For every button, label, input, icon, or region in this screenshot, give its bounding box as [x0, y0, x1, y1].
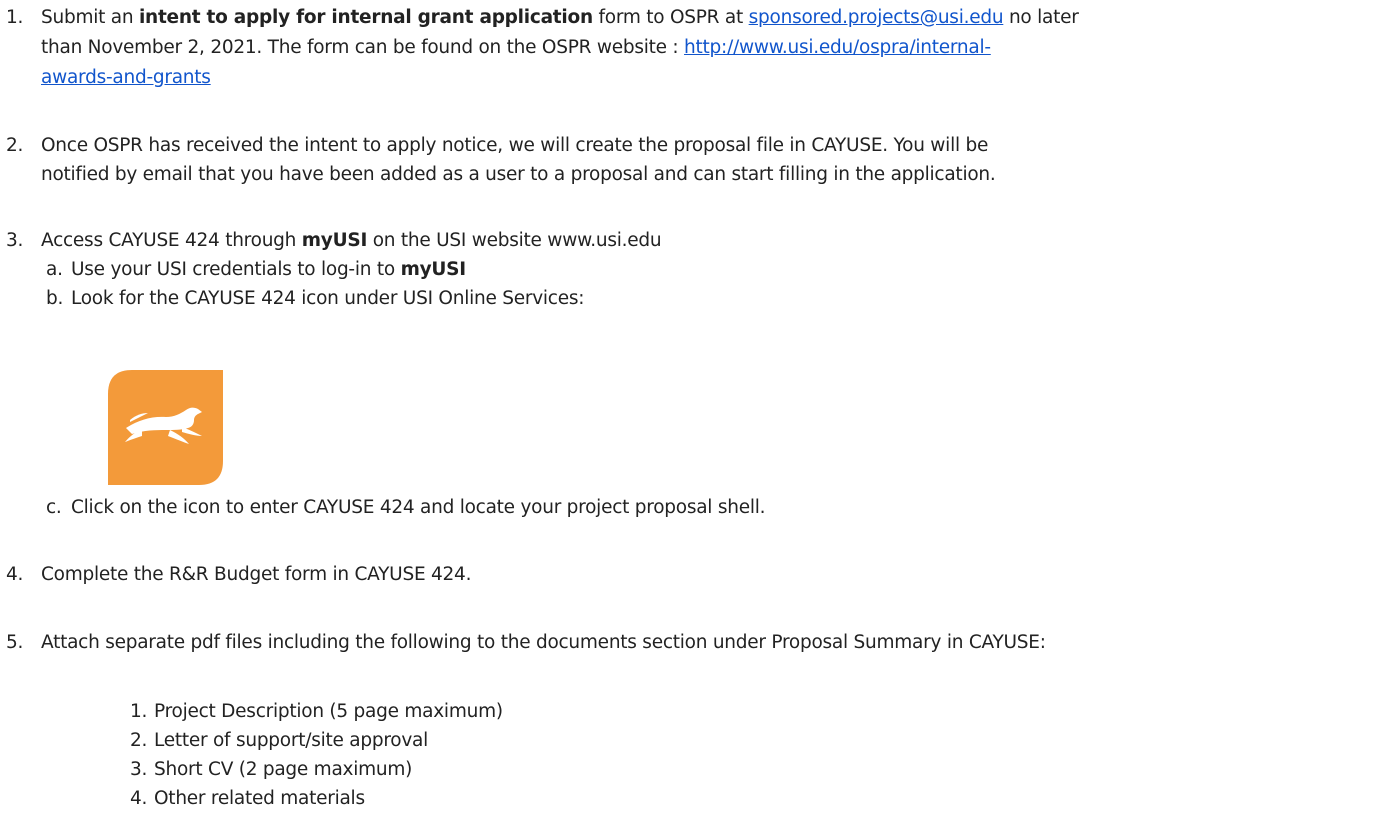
list-item: 4. Other related materials	[130, 787, 365, 811]
item-1-bold-text: intent to apply for internal grant appli…	[138, 7, 593, 28]
item-3-text-post: on the USI website www.usi.edu	[367, 230, 662, 251]
email-link[interactable]: sponsored.projects@usi.edu	[749, 7, 1004, 28]
sub-item-2-text: Letter of support/site approval	[154, 730, 429, 751]
item-1-text-pre: Submit an	[41, 7, 139, 28]
item-1-number: 1.	[6, 7, 24, 28]
item-3c-label: c.	[46, 497, 62, 518]
sub-item-1-text: Project Description (5 page maximum)	[154, 701, 503, 722]
item-1-line-3: awards-and-grants	[41, 66, 211, 90]
item-2-line-1: 2. Once OSPR has received the intent to a…	[6, 134, 988, 158]
item-1-text-mid: form to OSPR at	[592, 7, 749, 28]
item-1-line-2: than November 2, 2021. The form can be f…	[41, 36, 991, 60]
item-2-text-line-1: Once OSPR has received the intent to app…	[41, 135, 989, 156]
item-3a: a. Use your USI credentials to log-in to …	[46, 258, 466, 282]
document-page: 1. Submit an intent to apply for internal…	[0, 0, 1387, 825]
item-5: 5. Attach separate pdf files including th…	[6, 631, 1046, 655]
item-2-text-line-2: notified by email that you have been add…	[41, 164, 996, 185]
item-3-text-pre: Access CAYUSE 424 through	[41, 230, 302, 251]
list-item: 2. Letter of support/site approval	[130, 729, 428, 753]
item-3a-text: Use your USI credentials to log-in to	[71, 259, 401, 280]
sub-item-3-number: 3.	[130, 759, 148, 780]
item-3b-label: b.	[46, 288, 64, 309]
item-3b-text: Look for the CAYUSE 424 icon under USI O…	[71, 288, 585, 309]
item-3b: b. Look for the CAYUSE 424 icon under USI…	[46, 287, 584, 311]
item-2-line-2: notified by email that you have been add…	[41, 163, 996, 187]
sub-item-2-number: 2.	[130, 730, 148, 751]
internal-awards-link-continued[interactable]: awards-and-grants	[41, 67, 211, 88]
item-3-bold-myusi: myUSI	[301, 230, 368, 251]
sub-item-3-text: Short CV (2 page maximum)	[154, 759, 413, 780]
internal-awards-link[interactable]: http://www.usi.edu/ospra/internal-	[684, 37, 991, 58]
cayuse-horse-icon[interactable]	[108, 370, 223, 485]
item-3c-text: Click on the icon to enter CAYUSE 424 an…	[71, 497, 766, 518]
item-4-text: Complete the R&R Budget form in CAYUSE 4…	[41, 564, 472, 585]
item-5-text: Attach separate pdf files including the …	[41, 632, 1046, 653]
item-5-number: 5.	[6, 632, 24, 653]
item-4: 4. Complete the R&R Budget form in CAYUSE…	[6, 563, 471, 587]
item-3-line-1: 3. Access CAYUSE 424 through myUSI on the…	[6, 229, 662, 253]
sub-item-1-number: 1.	[130, 701, 148, 722]
item-3a-bold-myusi: myUSI	[400, 259, 467, 280]
item-1-text-post: no later	[1003, 7, 1079, 28]
item-1-line-2-text: than November 2, 2021. The form can be f…	[41, 37, 685, 58]
item-3a-label: a.	[46, 259, 63, 280]
item-3c: c. Click on the icon to enter CAYUSE 424 …	[46, 496, 766, 520]
item-3-number: 3.	[6, 230, 24, 251]
item-4-number: 4.	[6, 564, 24, 585]
sub-item-4-text: Other related materials	[154, 788, 365, 809]
item-1-line-1: 1. Submit an intent to apply for internal…	[6, 6, 1079, 30]
list-item: 3. Short CV (2 page maximum)	[130, 758, 412, 782]
sub-item-4-number: 4.	[130, 788, 148, 809]
list-item: 1. Project Description (5 page maximum)	[130, 700, 503, 724]
item-2-number: 2.	[6, 135, 24, 156]
